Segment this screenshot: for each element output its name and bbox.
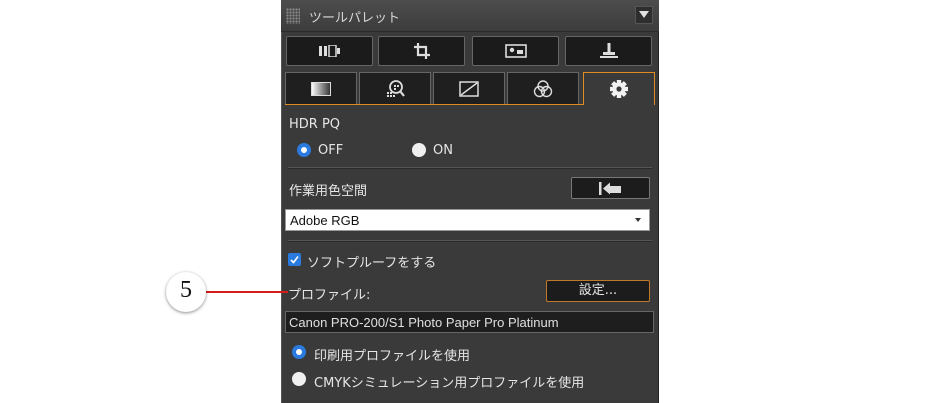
print-profile-radio[interactable] <box>292 345 306 359</box>
hdr-on-radio[interactable] <box>412 143 426 157</box>
crop-tool-icon <box>413 43 430 59</box>
tab-color[interactable] <box>507 72 579 104</box>
color-space-select[interactable]: Adobe RGB <box>285 209 650 231</box>
panel-menu-button[interactable] <box>635 6 653 24</box>
soft-proof-label: ソフトプルーフをする <box>307 256 437 271</box>
hdr-pq-label: HDR PQ <box>289 117 341 132</box>
checkmark-icon <box>290 256 299 264</box>
panel-title: ツールパレット <box>309 11 401 26</box>
adjust-tool-icon <box>318 45 340 57</box>
callout-line <box>206 291 288 293</box>
divider <box>288 240 652 242</box>
print-profile-label: 印刷用プロファイルを使用 <box>314 349 471 364</box>
tab-basic-adjust[interactable] <box>285 72 357 104</box>
stamp-tool-icon <box>599 43 618 58</box>
crop-tool-button[interactable] <box>378 36 465 66</box>
image-view-button[interactable] <box>472 36 559 66</box>
hdr-on-label: ON <box>433 143 453 158</box>
profile-settings-button[interactable]: 設定... <box>546 280 650 302</box>
profile-label: プロファイル: <box>288 288 371 303</box>
palette-tabs <box>285 72 655 105</box>
cmyk-profile-radio[interactable] <box>292 372 306 386</box>
drag-grip-icon[interactable] <box>286 8 300 24</box>
tab-settings[interactable] <box>583 72 655 105</box>
tone-curve-tab-icon <box>459 80 479 97</box>
soft-proof-checkbox[interactable] <box>288 253 301 266</box>
tab-tone-curve[interactable] <box>433 72 505 104</box>
stamp-tool-button[interactable] <box>565 36 652 66</box>
adjust-tool-button[interactable] <box>286 36 373 66</box>
chevron-down-icon <box>639 11 649 18</box>
divider <box>288 167 652 169</box>
hdr-off-radio[interactable] <box>297 143 311 157</box>
dropdown-arrow-icon <box>635 218 641 222</box>
settings-gear-icon <box>610 80 628 98</box>
image-view-icon <box>504 44 527 58</box>
tool-palette-panel: ツールパレット HDR PQ OFF ON 作業用色空間 Adobe RGB ソ… <box>281 0 659 403</box>
tab-sharpness[interactable] <box>359 72 431 104</box>
basic-adjust-tab-icon <box>311 81 331 96</box>
profile-field: Canon PRO-200/S1 Photo Paper Pro Platinu… <box>285 311 654 333</box>
cmyk-profile-label: CMYKシミュレーション用プロファイルを使用 <box>314 376 585 391</box>
working-color-space-label: 作業用色空間 <box>289 184 368 199</box>
hdr-off-label: OFF <box>318 143 344 158</box>
color-tab-icon <box>533 79 553 97</box>
revert-button[interactable] <box>571 177 650 199</box>
tab-underline <box>285 104 583 105</box>
sharpness-tab-icon <box>387 79 405 97</box>
panel-titlebar[interactable]: ツールパレット <box>281 0 659 32</box>
callout-marker: 5 <box>166 272 206 312</box>
profile-value: Canon PRO-200/S1 Photo Paper Pro Platinu… <box>289 315 559 330</box>
color-space-value: Adobe RGB <box>290 213 360 228</box>
callout-number: 5 <box>180 277 192 303</box>
revert-icon <box>599 182 621 195</box>
